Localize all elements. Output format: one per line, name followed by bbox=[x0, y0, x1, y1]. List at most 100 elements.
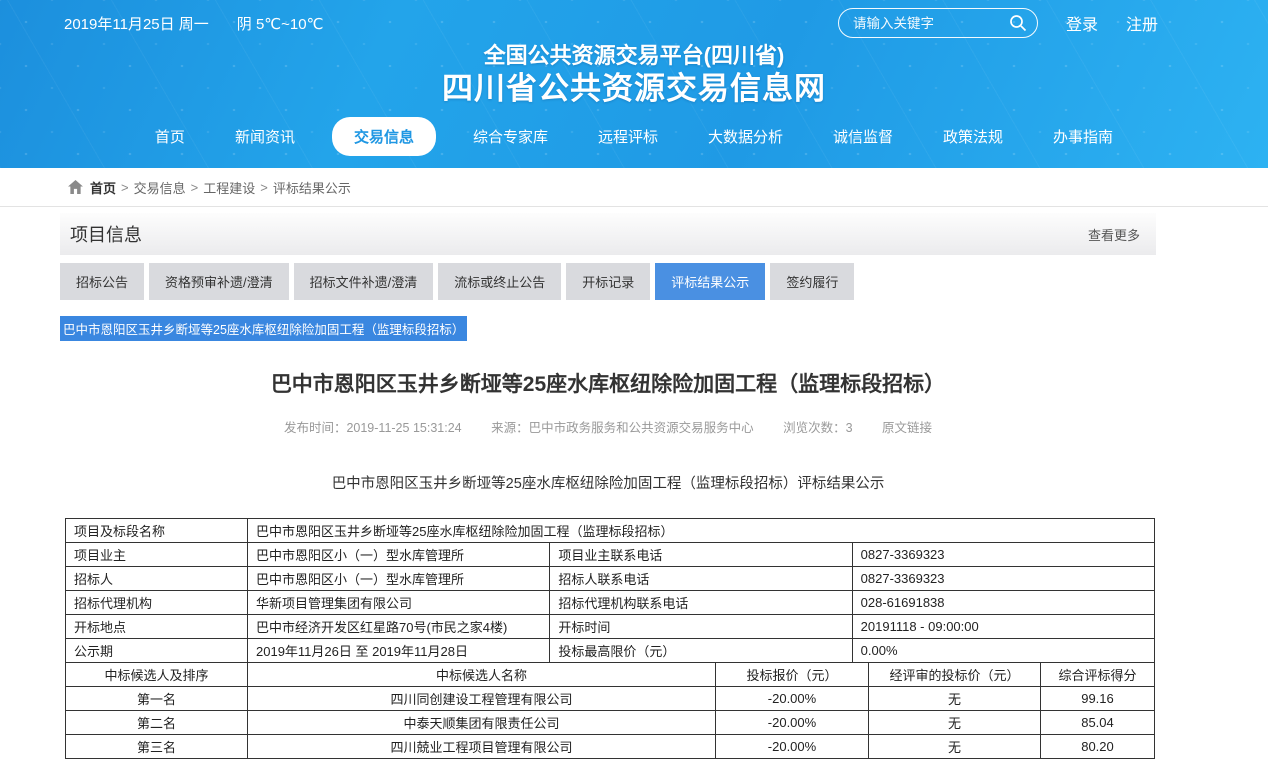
original-link[interactable]: 原文链接 bbox=[882, 421, 932, 435]
view-more-link[interactable]: 查看更多 bbox=[1088, 225, 1140, 244]
info-value: 2019年11月26日 至 2019年11月28日 bbox=[248, 639, 550, 663]
info-label: 项目及标段名称 bbox=[66, 519, 248, 543]
date-weather: 2019年11月25日 周一 阴 5℃~10℃ bbox=[64, 13, 323, 34]
score: 85.04 bbox=[1041, 711, 1155, 735]
tab-bar: 招标公告 资格预审补遗/澄清 招标文件补遗/澄清 流标或终止公告 开标记录 评标… bbox=[60, 263, 1156, 300]
breadcrumb-home[interactable]: 首页 bbox=[90, 178, 116, 197]
column-header: 投标报价（元） bbox=[716, 663, 869, 687]
table-row: 第二名 中泰天顺集团有限责任公司 -20.00% 无 85.04 bbox=[66, 711, 1155, 735]
table-row: 第一名 四川同创建设工程管理有限公司 -20.00% 无 99.16 bbox=[66, 687, 1155, 711]
project-link-highlighted[interactable]: 巴中市恩阳区玉井乡断垭等25座水库枢纽除险加固工程（监理标段招标） bbox=[60, 316, 467, 341]
nav-item-home[interactable]: 首页 bbox=[153, 118, 187, 155]
bid-price: -20.00% bbox=[716, 711, 869, 735]
evaluated-price: 无 bbox=[869, 687, 1041, 711]
section-title: 项目信息 bbox=[70, 221, 142, 247]
nav-item-remote-eval[interactable]: 远程评标 bbox=[596, 118, 660, 155]
info-value: 巴中市恩阳区小（一）型水库管理所 bbox=[248, 567, 550, 591]
candidate-name: 四川兢业工程项目管理有限公司 bbox=[248, 735, 716, 759]
info-value: 华新项目管理集团有限公司 bbox=[248, 591, 550, 615]
search-icon[interactable] bbox=[1009, 14, 1027, 32]
top-bar: 2019年11月25日 周一 阴 5℃~10℃ 登录 注册 bbox=[0, 0, 1268, 38]
column-header: 综合评标得分 bbox=[1041, 663, 1155, 687]
source: 来源：巴中市政务服务和公共资源交易服务中心 bbox=[491, 421, 754, 435]
breadcrumb-separator: > bbox=[191, 180, 199, 195]
login-link[interactable]: 登录 bbox=[1066, 11, 1098, 35]
breadcrumb: 首页 > 交易信息 > 工程建设 > 评标结果公示 bbox=[0, 168, 1268, 207]
info-value: 巴中市恩阳区玉井乡断垭等25座水库枢纽除险加固工程（监理标段招标） bbox=[248, 519, 1155, 543]
nav-item-trade-info[interactable]: 交易信息 bbox=[332, 117, 436, 156]
info-label: 招标人联系电话 bbox=[550, 567, 852, 591]
register-link[interactable]: 注册 bbox=[1126, 11, 1158, 35]
tab-prequalification[interactable]: 资格预审补遗/澄清 bbox=[149, 263, 289, 300]
candidate-name: 四川同创建设工程管理有限公司 bbox=[248, 687, 716, 711]
info-value: 巴中市恩阳区小（一）型水库管理所 bbox=[248, 543, 550, 567]
candidate-name: 中泰天顺集团有限责任公司 bbox=[248, 711, 716, 735]
tab-eval-result[interactable]: 评标结果公示 bbox=[655, 263, 765, 300]
column-header: 中标候选人及排序 bbox=[66, 663, 248, 687]
breadcrumb-construction[interactable]: 工程建设 bbox=[203, 178, 255, 197]
home-icon bbox=[68, 180, 83, 194]
tab-bid-doc-supplement[interactable]: 招标文件补遗/澄清 bbox=[294, 263, 434, 300]
weather-info: 阴 5℃~10℃ bbox=[237, 13, 324, 34]
table-row: 招标代理机构 华新项目管理集团有限公司 招标代理机构联系电话 028-61691… bbox=[66, 591, 1155, 615]
tab-termination[interactable]: 流标或终止公告 bbox=[438, 263, 561, 300]
bid-price: -20.00% bbox=[716, 687, 869, 711]
info-label: 项目业主 bbox=[66, 543, 248, 567]
main-nav: 首页 新闻资讯 交易信息 综合专家库 远程评标 大数据分析 诚信监督 政策法规 … bbox=[0, 117, 1268, 156]
nav-item-news[interactable]: 新闻资讯 bbox=[233, 118, 297, 155]
score: 80.20 bbox=[1041, 735, 1155, 759]
site-header: 2019年11月25日 周一 阴 5℃~10℃ 登录 注册 全国公共资源交易平台… bbox=[0, 0, 1268, 168]
breadcrumb-trade-info[interactable]: 交易信息 bbox=[134, 178, 186, 197]
tab-bid-opening-record[interactable]: 开标记录 bbox=[566, 263, 650, 300]
info-label: 公示期 bbox=[66, 639, 248, 663]
info-label: 招标人 bbox=[66, 567, 248, 591]
info-label: 招标代理机构联系电话 bbox=[550, 591, 852, 615]
evaluated-price: 无 bbox=[869, 735, 1041, 759]
platform-name: 全国公共资源交易平台(四川省) bbox=[0, 42, 1268, 70]
evaluated-price: 无 bbox=[869, 711, 1041, 735]
candidates-table: 中标候选人及排序 中标候选人名称 投标报价（元） 经评审的投标价（元） 综合评标… bbox=[65, 662, 1155, 759]
view-count: 浏览次数：3 bbox=[783, 421, 852, 435]
info-value: 0827-3369323 bbox=[852, 543, 1154, 567]
candidate-rank: 第一名 bbox=[66, 687, 248, 711]
nav-item-expert-db[interactable]: 综合专家库 bbox=[471, 118, 550, 155]
info-label: 开标时间 bbox=[550, 615, 852, 639]
project-info-table: 项目及标段名称 巴中市恩阳区玉井乡断垭等25座水库枢纽除险加固工程（监理标段招标… bbox=[65, 518, 1155, 663]
search-input[interactable] bbox=[851, 15, 1001, 32]
breadcrumb-eval-result[interactable]: 评标结果公示 bbox=[273, 178, 351, 197]
article-subtitle: 巴中市恩阳区玉井乡断垭等25座水库枢纽除险加固工程（监理标段招标）评标结果公示 bbox=[60, 472, 1156, 493]
table-row: 项目业主 巴中市恩阳区小（一）型水库管理所 项目业主联系电话 0827-3369… bbox=[66, 543, 1155, 567]
table-row: 项目及标段名称 巴中市恩阳区玉井乡断垭等25座水库枢纽除险加固工程（监理标段招标… bbox=[66, 519, 1155, 543]
article-meta: 发布时间：2019-11-25 15:31:24 来源：巴中市政务服务和公共资源… bbox=[60, 417, 1156, 436]
bid-price: -20.00% bbox=[716, 735, 869, 759]
info-value: 巴中市经济开发区红星路70号(市民之家4楼) bbox=[248, 615, 550, 639]
article-title: 巴中市恩阳区玉井乡断垭等25座水库枢纽除险加固工程（监理标段招标） bbox=[60, 368, 1156, 398]
nav-item-policy[interactable]: 政策法规 bbox=[941, 118, 1005, 155]
main-content: 项目信息 查看更多 招标公告 资格预审补遗/澄清 招标文件补遗/澄清 流标或终止… bbox=[60, 213, 1156, 759]
breadcrumb-separator: > bbox=[260, 180, 268, 195]
info-value: 20191118 - 09:00:00 bbox=[852, 615, 1154, 639]
nav-item-integrity[interactable]: 诚信监督 bbox=[831, 118, 895, 155]
breadcrumb-separator: > bbox=[121, 180, 129, 195]
publish-time: 发布时间：2019-11-25 15:31:24 bbox=[284, 421, 462, 435]
table-header-row: 中标候选人及排序 中标候选人名称 投标报价（元） 经评审的投标价（元） 综合评标… bbox=[66, 663, 1155, 687]
column-header: 中标候选人名称 bbox=[248, 663, 716, 687]
info-label: 项目业主联系电话 bbox=[550, 543, 852, 567]
nav-item-big-data[interactable]: 大数据分析 bbox=[706, 118, 785, 155]
info-label: 投标最高限价（元） bbox=[550, 639, 852, 663]
table-row: 公示期 2019年11月26日 至 2019年11月28日 投标最高限价（元） … bbox=[66, 639, 1155, 663]
info-value: 0827-3369323 bbox=[852, 567, 1154, 591]
table-row: 开标地点 巴中市经济开发区红星路70号(市民之家4楼) 开标时间 2019111… bbox=[66, 615, 1155, 639]
table-row: 第三名 四川兢业工程项目管理有限公司 -20.00% 无 80.20 bbox=[66, 735, 1155, 759]
search-box[interactable] bbox=[838, 8, 1038, 38]
info-value: 028-61691838 bbox=[852, 591, 1154, 615]
current-date: 2019年11月25日 周一 bbox=[64, 13, 209, 34]
site-name: 四川省公共资源交易信息网 bbox=[0, 70, 1268, 109]
candidate-rank: 第二名 bbox=[66, 711, 248, 735]
info-value: 0.00% bbox=[852, 639, 1154, 663]
tab-bid-announcement[interactable]: 招标公告 bbox=[60, 263, 144, 300]
info-label: 开标地点 bbox=[66, 615, 248, 639]
nav-item-guide[interactable]: 办事指南 bbox=[1051, 118, 1115, 155]
section-header: 项目信息 查看更多 bbox=[60, 213, 1156, 255]
tab-contract-performance[interactable]: 签约履行 bbox=[770, 263, 854, 300]
